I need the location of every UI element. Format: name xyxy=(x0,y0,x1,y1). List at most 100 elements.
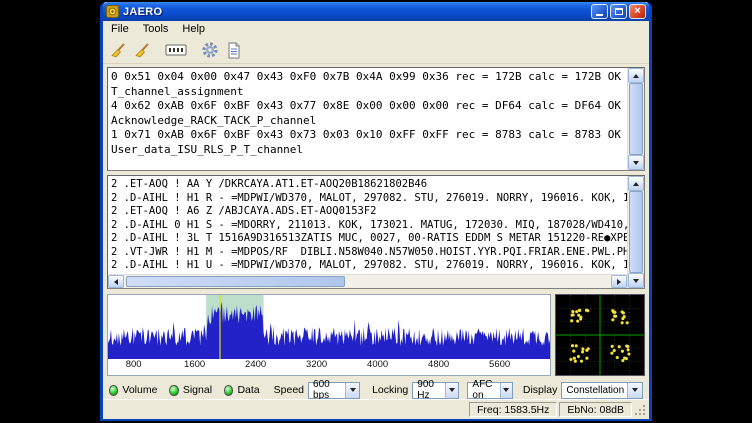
axis-tick-label: 4800 xyxy=(428,359,449,370)
hex-log-line: Acknowledge_RACK_TACK_P_channel xyxy=(111,114,626,129)
minimize-icon xyxy=(596,14,603,16)
locking-value: 900 Hz xyxy=(417,379,445,401)
scrollbar-track[interactable] xyxy=(628,83,644,155)
locking-label: Locking xyxy=(372,384,408,396)
arrow-up-icon xyxy=(633,74,639,78)
axis-tick-label: 1600 xyxy=(184,359,205,370)
hex-log-line: T_channel_assignment xyxy=(111,85,626,100)
clear-acars-log-button[interactable] xyxy=(131,39,153,61)
speed-value: 600 bps xyxy=(313,379,345,401)
axis-tick-label: 3200 xyxy=(306,359,327,370)
statusbar: Freq: 1583.5Hz EbNo: 08dB xyxy=(103,399,649,419)
arrow-left-icon xyxy=(114,279,118,285)
acars-log-line: 2 .D-AIHL 0 H1 S - =MDORRY, 211013. KOK,… xyxy=(111,219,626,233)
titlebar: JAERO × xyxy=(103,2,649,21)
hex-log-line: 0 0x51 0x04 0x00 0x47 0x43 0xF0 0x7B 0x4… xyxy=(111,70,626,85)
display-value: Constellation xyxy=(566,385,624,396)
burst-counter-button[interactable] xyxy=(163,39,189,61)
dropdown-button[interactable] xyxy=(345,383,359,398)
brush-icon xyxy=(110,42,127,59)
window-title: JAERO xyxy=(123,6,162,18)
chevron-down-icon xyxy=(632,388,638,392)
close-icon: × xyxy=(634,6,640,17)
logging-button[interactable] xyxy=(223,39,245,61)
menubar: File Tools Help xyxy=(103,21,649,37)
chevron-down-icon xyxy=(449,388,455,392)
scrollbar-thumb[interactable] xyxy=(629,191,643,273)
brush-icon xyxy=(134,42,151,59)
hex-log-panel[interactable]: 0 0x51 0x04 0x00 0x47 0x43 0xF0 0x7B 0x4… xyxy=(107,67,645,171)
spectrum-plot xyxy=(108,295,550,359)
scroll-down-button[interactable] xyxy=(628,155,644,170)
arrow-up-icon xyxy=(633,182,639,186)
scroll-up-button[interactable] xyxy=(628,68,644,83)
arrow-right-icon xyxy=(617,279,621,285)
scrollbar-thumb[interactable] xyxy=(629,83,643,155)
data-led xyxy=(224,385,233,396)
speed-select[interactable]: 600 bps xyxy=(308,382,360,399)
close-button[interactable]: × xyxy=(629,4,646,19)
axis-tick-label: 2400 xyxy=(245,359,266,370)
constellation-display xyxy=(555,294,645,376)
spectrum-display[interactable]: 800 1600 2400 3200 4000 4800 5600 xyxy=(107,294,551,376)
maximize-icon xyxy=(615,8,623,15)
acars-log-line: 2 .D-AIHL ! H1 R - =MDPWI/WD370, MALOT, … xyxy=(111,192,626,206)
scrollbar-track[interactable] xyxy=(628,191,644,273)
settings-button[interactable] xyxy=(199,39,221,61)
document-icon xyxy=(226,42,242,59)
data-led-label: Data xyxy=(237,384,259,396)
scrollbar-thumb[interactable] xyxy=(126,276,345,287)
axis-tick-label: 5600 xyxy=(489,359,510,370)
acars-log-panel[interactable]: 2 .ET-AOQ ! AA Y /DKRCAYA.AT1.ET-AOQ20B1… xyxy=(107,175,645,289)
hex-log-text: 0 0x51 0x04 0x00 0x47 0x43 0xF0 0x7B 0x4… xyxy=(108,68,627,170)
scrollbar-track[interactable] xyxy=(124,275,611,288)
toolbar xyxy=(103,37,649,64)
dropdown-button[interactable] xyxy=(500,383,512,398)
afc-select[interactable]: AFC on xyxy=(467,382,512,399)
chevron-down-icon xyxy=(503,388,509,392)
controls-bar: Volume Signal Data Speed 600 bps Locking… xyxy=(107,381,645,399)
frequency-axis: 800 1600 2400 3200 4000 4800 5600 xyxy=(108,359,550,373)
axis-tick-label: 4000 xyxy=(367,359,388,370)
acars-log-line: 2 .D-AIHL ! H1 U - =MDPWI/WD370, MALOT, … xyxy=(111,259,626,273)
display-label: Display xyxy=(523,384,557,396)
acars-log-vertical-scrollbar[interactable] xyxy=(627,176,644,288)
resize-grip[interactable] xyxy=(634,404,647,417)
clear-hex-log-button[interactable] xyxy=(107,39,129,61)
arrow-down-icon xyxy=(633,279,639,283)
volume-led xyxy=(109,385,118,396)
scroll-left-button[interactable] xyxy=(108,275,124,288)
signal-led xyxy=(169,385,178,396)
display-select[interactable]: Constellation xyxy=(561,382,643,399)
main-content: 0 0x51 0x04 0x00 0x47 0x43 0xF0 0x7B 0x4… xyxy=(103,64,649,399)
chevron-down-icon xyxy=(350,388,356,392)
hex-log-line: 1 0x71 0xAB 0x6F 0xBF 0x43 0x73 0x03 0x1… xyxy=(111,128,626,143)
menu-item-file[interactable]: File xyxy=(104,22,136,36)
axis-tick-label: 800 xyxy=(126,359,142,370)
arrow-down-icon xyxy=(633,161,639,165)
scroll-up-button[interactable] xyxy=(628,176,644,191)
menu-item-help[interactable]: Help xyxy=(175,22,212,36)
scroll-down-button[interactable] xyxy=(628,273,644,288)
speed-label: Speed xyxy=(274,384,304,396)
acars-log-line: 2 .ET-AOQ ! A6 Z /ABJCAYA.ADS.ET-AOQ0153… xyxy=(111,205,626,219)
minimize-button[interactable] xyxy=(591,4,608,19)
acars-log-text: 2 .ET-AOQ ! AA Y /DKRCAYA.AT1.ET-AOQ20B1… xyxy=(108,176,627,274)
counter-icon xyxy=(165,42,187,58)
scroll-right-button[interactable] xyxy=(611,275,627,288)
hex-log-vertical-scrollbar[interactable] xyxy=(627,68,644,170)
ebno-status: EbNo: 08dB xyxy=(559,402,632,417)
statusbar-spacer xyxy=(107,402,467,417)
hex-log-line: User_data_ISU_RLS_P_T_channel xyxy=(111,143,626,158)
maximize-button[interactable] xyxy=(610,4,627,19)
dropdown-button[interactable] xyxy=(445,383,458,398)
acars-log-line: 2 .D-AIHL ! 3L T 1516A9D316513ZATIS MUC,… xyxy=(111,232,626,246)
app-icon xyxy=(106,5,119,18)
acars-log-horizontal-scrollbar[interactable] xyxy=(108,274,627,288)
menu-item-tools[interactable]: Tools xyxy=(136,22,176,36)
dropdown-button[interactable] xyxy=(627,383,642,398)
displays-row: 800 1600 2400 3200 4000 4800 5600 xyxy=(107,294,645,376)
frequency-status: Freq: 1583.5Hz xyxy=(469,402,557,417)
locking-select[interactable]: 900 Hz xyxy=(412,382,459,399)
acars-log-line: 2 .ET-AOQ ! AA Y /DKRCAYA.AT1.ET-AOQ20B1… xyxy=(111,178,626,192)
